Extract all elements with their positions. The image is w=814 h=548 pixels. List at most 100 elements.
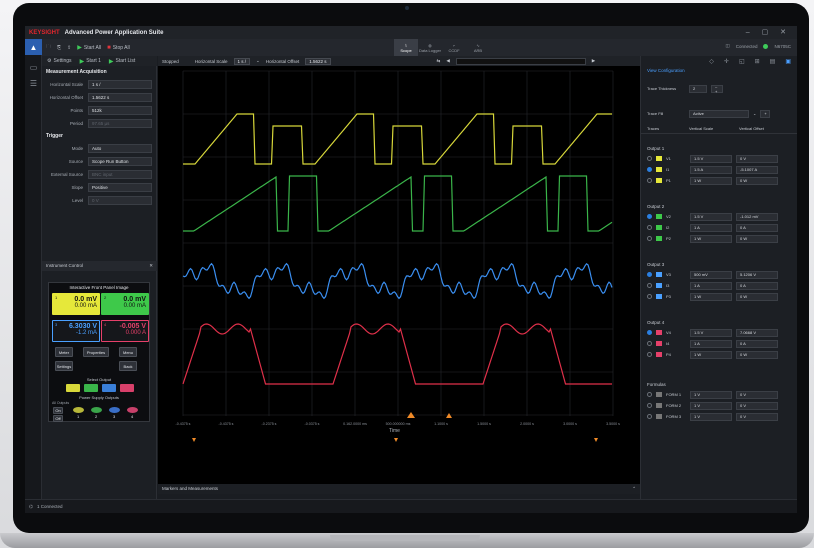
trace-voffset[interactable]: 0 V [736, 154, 778, 163]
back-button[interactable]: Back [119, 361, 137, 371]
menu-button[interactable]: Menu [119, 347, 137, 357]
trace-toggle[interactable] [647, 294, 652, 299]
trace-vscale[interactable]: 1.5 V [690, 212, 732, 221]
trace-voffset[interactable]: 0 A [736, 281, 778, 290]
select-output-2-button[interactable] [84, 384, 98, 392]
trace-vscale[interactable]: 1 A [690, 281, 732, 290]
trace-color-swatch[interactable] [656, 272, 662, 277]
measure-icon[interactable]: ◱ [739, 58, 745, 65]
trace-vscale[interactable]: 1.5 A [690, 165, 732, 174]
trace-vscale[interactable]: 1 W [690, 234, 732, 243]
trace-toggle[interactable] [647, 156, 652, 161]
trace-color-swatch[interactable] [656, 167, 662, 172]
trace-voffset[interactable]: 0 A [736, 339, 778, 348]
trace-toggle[interactable] [647, 272, 652, 277]
instrument-select[interactable]: N6705C [774, 44, 791, 49]
export-icon[interactable]: ⇪ [67, 45, 71, 51]
tab-ccdf[interactable]: ⌐ CCDF [442, 39, 466, 56]
cursor-icon[interactable]: ◇ [709, 58, 714, 65]
field-value[interactable]: Scope Run Button [88, 157, 152, 166]
trace-toggle[interactable] [647, 341, 652, 346]
trace-toggle[interactable] [647, 167, 652, 172]
camera-icon[interactable]: ◫ [725, 43, 729, 49]
formula-vscale[interactable]: 1 V [690, 401, 732, 410]
select-output-3-button[interactable] [102, 384, 116, 392]
trace-toggle[interactable] [647, 283, 652, 288]
output-1-key[interactable] [73, 407, 84, 413]
trace-color-swatch[interactable] [656, 214, 662, 219]
all-off-button[interactable]: Off [53, 415, 63, 422]
field-value[interactable]: 512k [88, 106, 152, 115]
trace-voffset[interactable]: 0 W [736, 292, 778, 301]
trace-color-swatch[interactable] [656, 236, 662, 241]
thickness-input[interactable]: 2 [689, 84, 707, 93]
trace-color-swatch[interactable] [656, 156, 662, 161]
trace-toggle[interactable] [647, 214, 652, 219]
formula-color-swatch[interactable] [656, 392, 662, 397]
fill-select[interactable]: Active [689, 109, 749, 118]
trace-voffset[interactable]: 0 W [736, 350, 778, 359]
trace-toggle[interactable] [647, 178, 652, 183]
channel-1-display[interactable]: 1 0.0 mV 0.00 mA [52, 293, 100, 315]
field-value[interactable]: 97.65 µs [88, 119, 152, 128]
hoffset-input[interactable]: 1.5622 s [305, 57, 331, 65]
trace-voffset[interactable]: 0 W [736, 176, 778, 185]
tab-scope[interactable]: ⌇ Scope [394, 39, 418, 56]
trace-color-swatch[interactable] [656, 225, 662, 230]
trace-color-swatch[interactable] [656, 352, 662, 357]
trace-color-swatch[interactable] [656, 294, 662, 299]
formula-voffset[interactable]: 0 V [736, 401, 778, 410]
all-on-button[interactable]: On [53, 407, 63, 414]
view-icon[interactable]: ▣ [785, 58, 791, 65]
trace-color-swatch[interactable] [656, 178, 662, 183]
start-list-button[interactable]: ▶ Start List [109, 58, 135, 65]
settings-button[interactable]: ⚙ Settings [47, 58, 72, 64]
field-value[interactable]: Auto [88, 144, 152, 153]
trace-toggle[interactable] [647, 330, 652, 335]
trace-color-swatch[interactable] [656, 341, 662, 346]
grid-icon[interactable]: ⊞ [755, 58, 760, 65]
trace-color-swatch[interactable] [656, 283, 662, 288]
prev-icon[interactable]: ◀ [446, 58, 449, 64]
overview-strip[interactable] [455, 57, 586, 65]
formula-toggle[interactable] [647, 392, 652, 397]
trace-vscale[interactable]: 1 A [690, 223, 732, 232]
formula-voffset[interactable]: 0 V [736, 390, 778, 399]
start-all-button[interactable]: ▶ Start All [77, 44, 101, 52]
instrument-nav-icon[interactable]: ▭ [25, 59, 42, 75]
output-3-key[interactable] [109, 407, 120, 413]
field-value[interactable]: 1.5622 s [88, 93, 152, 102]
save-icon[interactable]: ⎘ [57, 45, 61, 51]
list-icon[interactable]: ▤ [770, 58, 776, 65]
select-output-1-button[interactable] [66, 384, 80, 392]
settings-nav-icon[interactable]: ☰ [25, 75, 42, 91]
add-icon[interactable]: + [760, 109, 771, 118]
trace-vscale[interactable]: 1 A [690, 339, 732, 348]
chevron-up-icon[interactable]: ⌃ [632, 486, 636, 492]
field-value[interactable]: BNC input [88, 170, 152, 179]
field-value[interactable]: Positive [88, 183, 152, 192]
formula-voffset[interactable]: 0 V [736, 412, 778, 421]
trace-toggle[interactable] [647, 225, 652, 230]
settings-button[interactable]: Settings [55, 361, 73, 371]
meter-button[interactable]: Meter [55, 347, 73, 357]
scope-nav-icon[interactable]: ▲ [25, 39, 42, 55]
zoom-icon[interactable]: ⇆ [437, 58, 441, 64]
formula-vscale[interactable]: 1 V [690, 390, 732, 399]
crosshair-icon[interactable]: ✛ [724, 58, 729, 65]
trace-vscale[interactable]: 1.5 V [690, 328, 732, 337]
trace-vscale[interactable]: 1 W [690, 176, 732, 185]
channel-2-display[interactable]: 2 0.0 mV 0.00 mA [101, 293, 149, 315]
trace-toggle[interactable] [647, 236, 652, 241]
scope-display[interactable]: -0.4375 s -0.4375 s -0.2375 s -0.0375 s 0.16… [158, 66, 640, 484]
formula-color-swatch[interactable] [656, 403, 662, 408]
trace-vscale[interactable]: 1.5 V [690, 154, 732, 163]
window-controls[interactable]: – ▢ ✕ [746, 28, 791, 36]
markers-bar[interactable]: Markers and Measurements ⌃ [158, 484, 640, 494]
formula-toggle[interactable] [647, 403, 652, 408]
trace-vscale[interactable]: 1 W [690, 292, 732, 301]
stop-all-button[interactable]: ■ Stop All [107, 45, 130, 51]
trace-voffset[interactable]: 0 A [736, 223, 778, 232]
hscale-select[interactable]: 1 s / [233, 57, 251, 65]
trace-vscale[interactable]: 500 mV [690, 270, 732, 279]
